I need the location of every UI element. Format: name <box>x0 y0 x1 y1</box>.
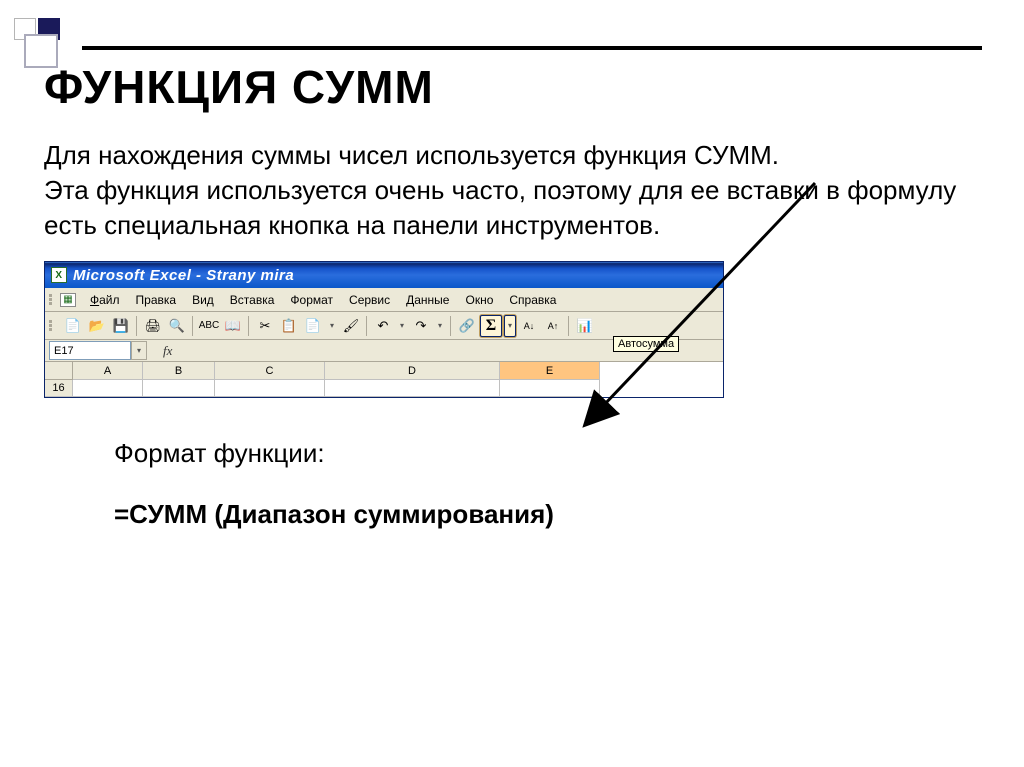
autosum-dropdown[interactable]: ▾ <box>504 315 516 337</box>
format-label: Формат функции: <box>114 438 980 469</box>
paste-dropdown[interactable]: ▾ <box>326 315 338 337</box>
cell-D16[interactable] <box>325 380 500 397</box>
save-button[interactable]: 💾 <box>110 315 132 337</box>
copy-button[interactable]: 📋 <box>278 315 300 337</box>
excel-app-icon: X <box>51 267 67 283</box>
open-button[interactable]: 📂 <box>86 315 108 337</box>
menu-view[interactable]: Вид <box>184 291 222 309</box>
worksheet-grid: A B C D E 16 <box>45 362 723 397</box>
toolbar-separator <box>450 316 452 336</box>
toolbar-separator <box>192 316 194 336</box>
col-header-B[interactable]: B <box>143 362 215 380</box>
menu-data[interactable]: Данные <box>398 291 457 309</box>
undo-dropdown[interactable]: ▾ <box>396 315 408 337</box>
menu-insert[interactable]: Вставка <box>222 291 283 309</box>
excel-menubar: ▦ Файл Правка Вид Вставка Формат Сервис … <box>45 288 723 312</box>
sort-desc-button[interactable]: A↑ <box>542 315 564 337</box>
hyperlink-button[interactable]: 🔗 <box>456 315 478 337</box>
undo-button[interactable]: ↶ <box>372 315 394 337</box>
paragraph-1: Для нахождения суммы чисел используется … <box>44 138 974 173</box>
menubar-grip-icon <box>49 294 57 305</box>
name-box[interactable]: E17 <box>49 341 131 360</box>
menu-tools[interactable]: Сервис <box>341 291 398 309</box>
redo-button[interactable]: ↷ <box>410 315 432 337</box>
slide-title: ФУНКЦИЯ СУММ <box>44 60 980 114</box>
toolbar-grip-icon <box>49 320 57 331</box>
toolbar-separator <box>248 316 250 336</box>
row-header-16[interactable]: 16 <box>45 380 73 397</box>
excel-window-title: Microsoft Excel - Strany mira <box>73 267 294 284</box>
col-header-D[interactable]: D <box>325 362 500 380</box>
cell-C16[interactable] <box>215 380 325 397</box>
redo-dropdown[interactable]: ▾ <box>434 315 446 337</box>
cell-B16[interactable] <box>143 380 215 397</box>
menu-help[interactable]: Справка <box>501 291 564 309</box>
print-button[interactable]: 🖨 <box>142 315 164 337</box>
fx-label[interactable]: fx <box>163 343 172 359</box>
toolbar-separator <box>136 316 138 336</box>
menu-file[interactable]: Файл <box>82 291 128 309</box>
print-preview-button[interactable]: 🔍 <box>166 315 188 337</box>
title-rule <box>82 46 982 50</box>
toolbar-separator <box>366 316 368 336</box>
excel-window: X Microsoft Excel - Strany mira ▦ Файл П… <box>44 261 724 398</box>
col-header-C[interactable]: C <box>215 362 325 380</box>
cell-E16[interactable] <box>500 380 600 397</box>
col-header-A[interactable]: A <box>73 362 143 380</box>
format-syntax: =СУММ (Диапазон суммирования) <box>114 499 980 530</box>
menu-format[interactable]: Формат <box>282 291 341 309</box>
format-painter-button[interactable]: 🖌 <box>340 315 362 337</box>
select-all-corner[interactable] <box>45 362 73 380</box>
workbook-icon: ▦ <box>60 293 76 307</box>
research-button[interactable]: 📖 <box>222 315 244 337</box>
menu-edit[interactable]: Правка <box>128 291 185 309</box>
chart-wizard-button[interactable]: 📊 <box>574 315 596 337</box>
paragraph-2: Эта функция используется очень часто, по… <box>44 173 974 243</box>
excel-titlebar: X Microsoft Excel - Strany mira <box>45 262 723 288</box>
paste-button[interactable]: 📄 <box>302 315 324 337</box>
name-box-dropdown[interactable]: ▾ <box>131 341 147 360</box>
new-button[interactable]: 📄 <box>62 315 84 337</box>
cut-button[interactable]: ✂ <box>254 315 276 337</box>
cell-A16[interactable] <box>73 380 143 397</box>
sort-asc-button[interactable]: A↓ <box>518 315 540 337</box>
menu-window[interactable]: Окно <box>457 291 501 309</box>
autosum-tooltip: Автосумма <box>613 336 679 352</box>
autosum-button[interactable]: Σ <box>480 315 502 337</box>
spelling-button[interactable]: ABC <box>198 315 220 337</box>
toolbar-separator <box>568 316 570 336</box>
col-header-E[interactable]: E <box>500 362 600 380</box>
slide-decoration <box>14 18 74 78</box>
